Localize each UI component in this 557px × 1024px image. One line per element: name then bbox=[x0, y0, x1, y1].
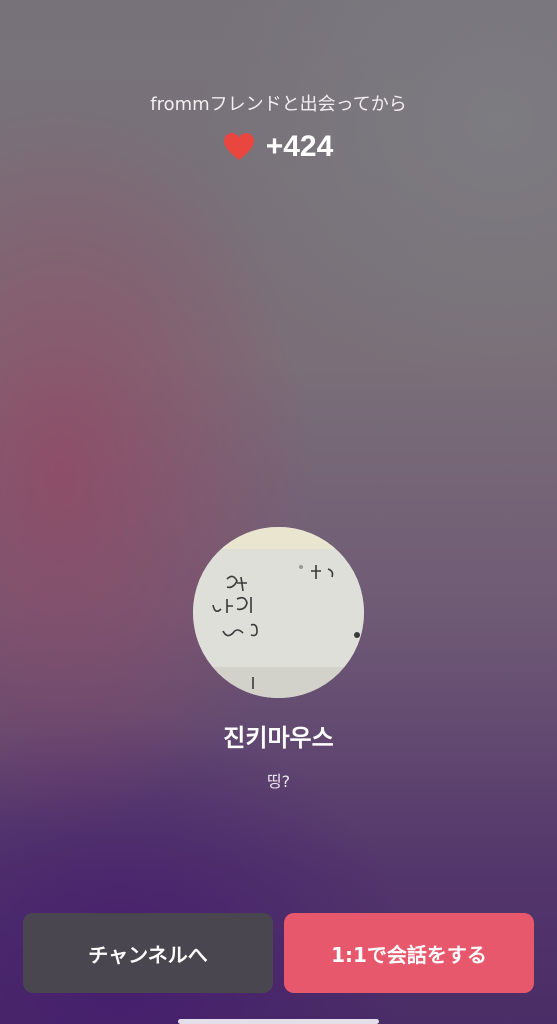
profile-name: 진키마우스 bbox=[223, 724, 334, 752]
home-indicator[interactable] bbox=[178, 1019, 379, 1024]
heart-icon bbox=[223, 133, 254, 160]
header-caption: frommフレンドと出会ってから bbox=[150, 94, 407, 115]
chat-button[interactable]: 1:1で会話をする bbox=[284, 913, 534, 993]
score-count: +424 bbox=[265, 130, 334, 163]
channel-button[interactable]: チャンネルへ bbox=[23, 913, 273, 993]
screen: frommフレンドと出会ってから +424 진키마우스 띵? チャンネルへ 1:… bbox=[0, 0, 557, 1024]
profile-status: 띵? bbox=[266, 772, 291, 791]
avatar-photo bbox=[193, 527, 364, 698]
profile-avatar[interactable] bbox=[193, 527, 364, 698]
score-row: +424 bbox=[0, 130, 557, 164]
